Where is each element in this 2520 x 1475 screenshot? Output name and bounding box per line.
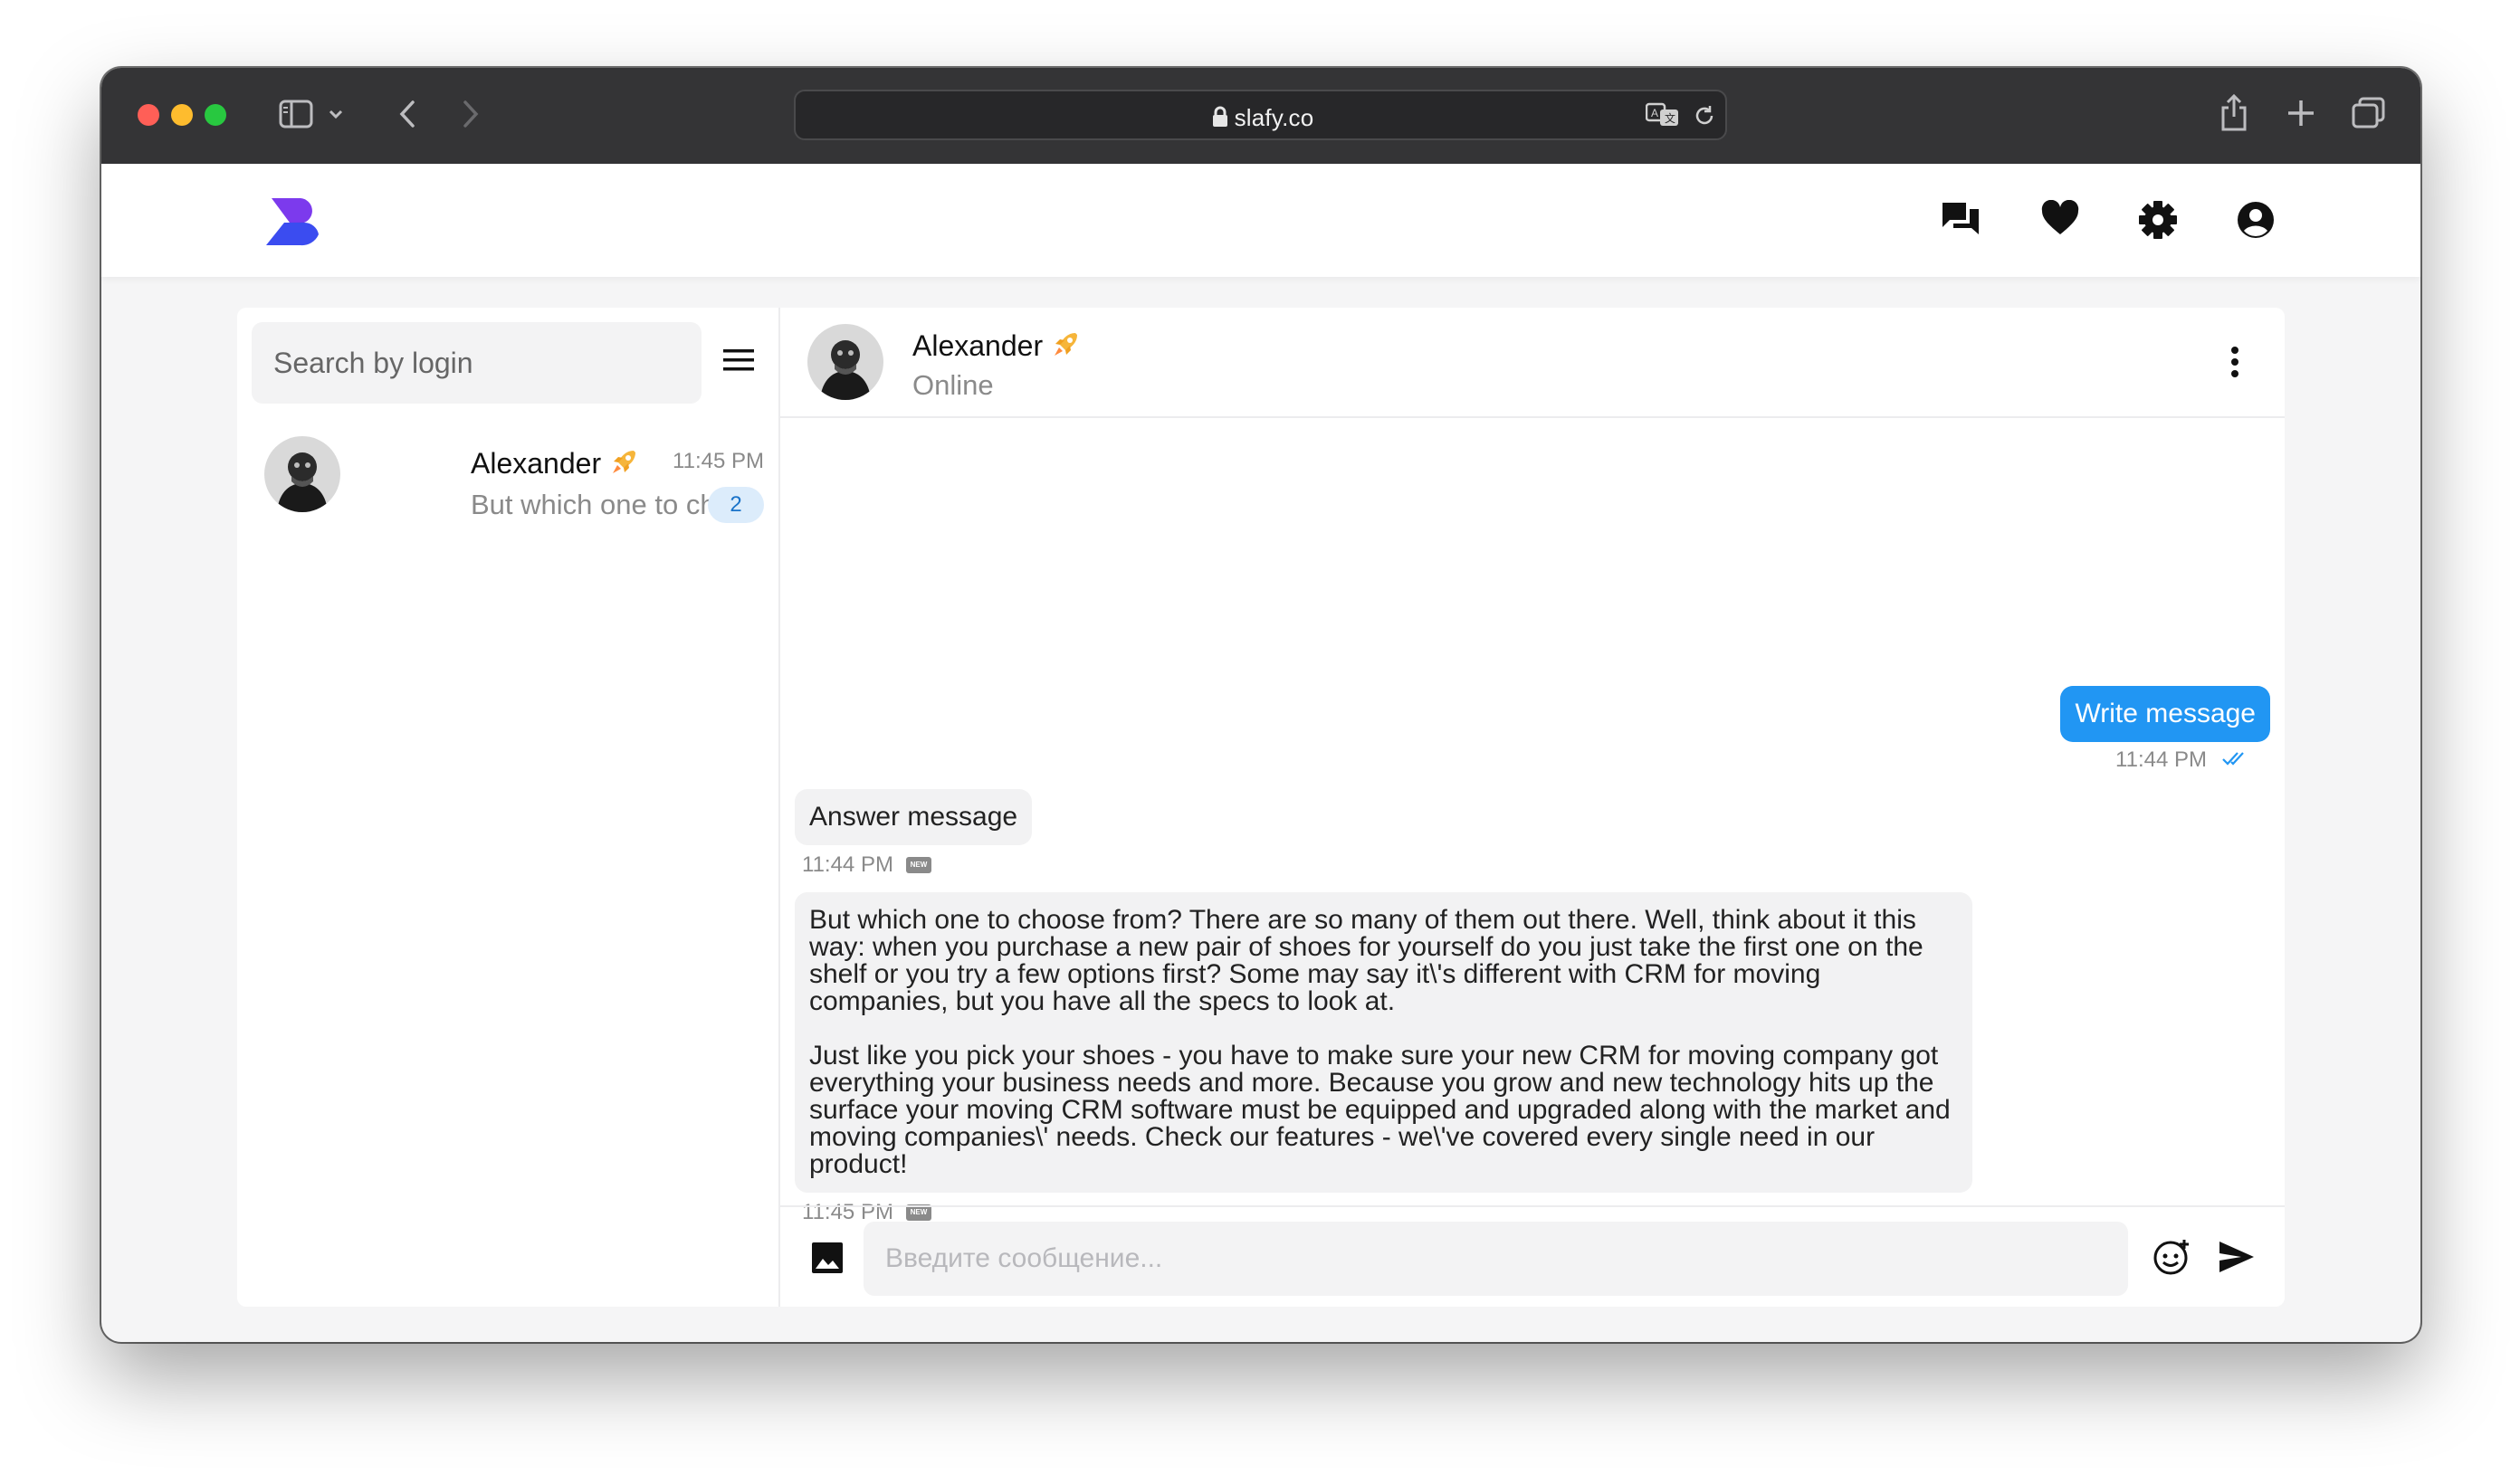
account-icon[interactable] [2236,200,2276,244]
unread-count-badge: 2 [708,487,764,523]
rocket-icon [610,447,639,481]
conversation-preview: But which one to ch... [471,489,740,520]
outgoing-message: Write message [2060,686,2270,742]
chats-icon[interactable] [1941,200,1981,243]
incoming-message-meta: 11:44 PM NEW [802,852,931,878]
contact-name-row: Alexander [912,329,1081,363]
search-input[interactable] [252,322,702,404]
chat-panel: Alexander But which one to ch... 11:45 P… [237,308,2285,1307]
conversation-sidebar: Alexander But which one to ch... 11:45 P… [237,308,780,1307]
tab-overview-icon[interactable] [2352,97,2386,129]
more-options-icon[interactable] [2230,346,2239,383]
double-check-icon [2221,747,2248,773]
app-header [101,164,2420,277]
send-icon[interactable] [2218,1240,2256,1279]
attach-image-icon[interactable] [811,1242,844,1279]
forward-icon[interactable] [460,99,482,129]
slafy-logo[interactable] [264,193,322,255]
minimize-window-button[interactable] [171,104,193,126]
settings-gear-icon[interactable] [2138,200,2178,244]
svg-text:A: A [1651,107,1658,119]
incoming-message: Answer message [795,789,1033,845]
avatar [264,436,340,512]
message-input[interactable] [864,1222,2128,1296]
contact-status: Online [912,369,994,401]
sidebar-toggle-icon[interactable] [279,99,315,129]
browser-toolbar: slafy.co A文 [101,68,2420,164]
reload-icon[interactable] [1693,104,1716,128]
browser-window: slafy.co A文 Search by login Alexander Bu… [101,68,2420,1342]
contact-name: Alexander [912,329,1044,362]
address-bar[interactable]: slafy.co A文 [794,90,1727,140]
message-composer [780,1205,2285,1307]
contact-avatar[interactable] [807,324,883,400]
incoming-message: But which one to choose from? There are … [795,892,1972,1193]
close-window-button[interactable] [138,104,159,126]
url-text: slafy.co [1234,104,1314,131]
emoji-picker-icon[interactable] [2152,1238,2191,1280]
rocket-icon [1052,329,1081,363]
chat-window: Alexander Online Write message 11:44 PM [780,308,2285,1307]
conversation-name: Alexander [471,447,602,480]
message-paragraph: Just like you pick your shoes - you have… [809,1041,1951,1179]
chat-header: Alexander Online [780,308,2285,418]
share-icon[interactable] [2219,93,2248,131]
new-tab-icon[interactable] [2286,99,2315,128]
back-icon[interactable] [396,99,418,129]
message-list: Write message 11:44 PM Answer message 11… [780,420,2285,1224]
zoom-window-button[interactable] [205,104,226,126]
svg-text:文: 文 [1665,111,1675,125]
conversation-item[interactable]: Alexander But which one to ch... 11:45 P… [237,418,780,523]
message-paragraph: But which one to choose from? There are … [809,905,1923,1016]
new-badge-icon: NEW [905,857,931,873]
favorites-heart-icon[interactable] [2040,199,2080,241]
translate-icon[interactable]: A文 [1646,102,1680,128]
chevron-down-icon[interactable] [328,108,344,120]
message-time: 11:44 PM [2115,747,2207,772]
message-time: 11:44 PM [802,852,893,877]
conversation-time: 11:45 PM [673,449,764,473]
outgoing-message-meta: 11:44 PM [2115,747,2248,773]
menu-icon[interactable] [722,347,755,377]
conversation-name-row: Alexander [471,447,639,481]
